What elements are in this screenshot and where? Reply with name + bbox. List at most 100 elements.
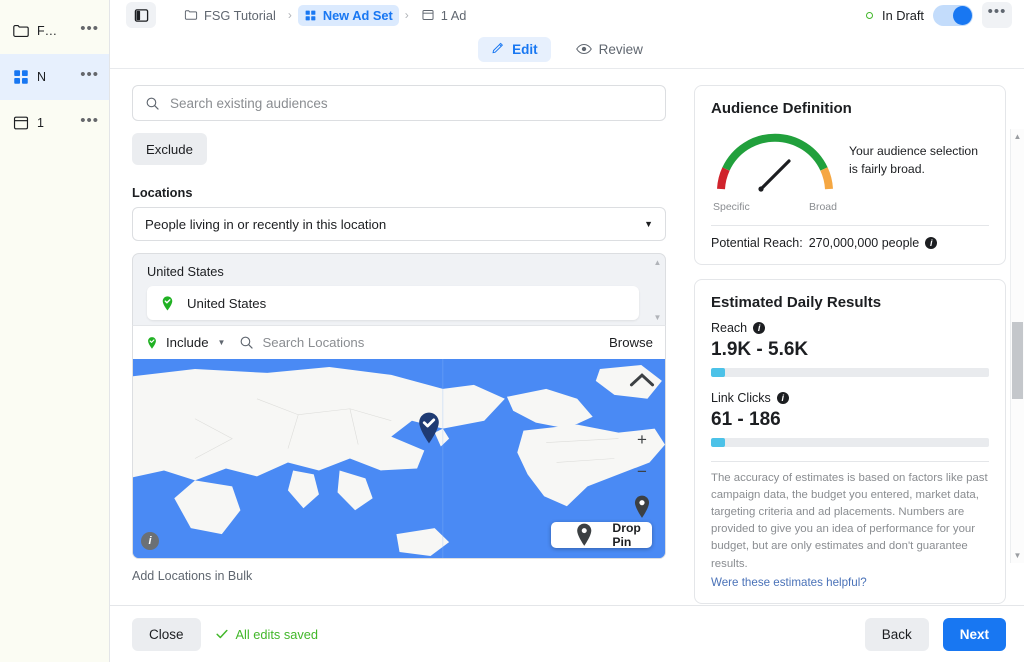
audience-gauge-row: Specific Broad Your audience selection i…: [711, 127, 989, 213]
back-button[interactable]: Back: [865, 618, 929, 651]
potential-reach-label: Potential Reach:: [711, 236, 803, 250]
info-icon[interactable]: i: [777, 392, 789, 404]
close-button[interactable]: Close: [132, 618, 201, 651]
scroll-up-icon[interactable]: ▲: [654, 258, 662, 267]
divider: [711, 461, 989, 462]
map-locate-button[interactable]: [629, 494, 655, 520]
location-type-value: People living in or recently in this loc…: [145, 217, 386, 232]
breadcrumb-separator: ›: [287, 8, 293, 22]
sidebar-item-menu[interactable]: •••: [80, 71, 99, 84]
green-pin-check-icon: [159, 295, 176, 312]
location-map[interactable]: + −: [132, 359, 666, 559]
pencil-icon: [491, 42, 505, 56]
scrollbar-track[interactable]: [1011, 144, 1024, 548]
metric-reach: Reach i 1.9K - 5.6K: [711, 321, 989, 377]
sidebar-item-ad[interactable]: 1 •••: [0, 100, 109, 146]
drop-pin-button[interactable]: Drop Pin: [551, 522, 652, 548]
targeting-form: Exclude Locations People living in or re…: [110, 69, 680, 605]
sidebar-item-menu[interactable]: •••: [80, 25, 99, 38]
status-indicator-dot: [866, 12, 873, 19]
map-zoom-out-button[interactable]: −: [629, 459, 655, 485]
map-selected-pin[interactable]: [415, 411, 443, 445]
estimates-feedback-link[interactable]: Were these estimates helpful?: [711, 576, 989, 589]
breadcrumb: FSG Tutorial › New Ad Set › 1 Ad: [178, 5, 472, 26]
next-button[interactable]: Next: [943, 618, 1006, 651]
sidebar-item-adset[interactable]: N •••: [0, 54, 109, 100]
metric-label-row: Link Clicks i: [711, 391, 989, 405]
metric-label: Reach: [711, 321, 747, 335]
audience-definition-card: Audience Definition: [694, 85, 1006, 265]
gauge-graphic: [711, 127, 839, 195]
exclude-button[interactable]: Exclude: [132, 133, 207, 165]
tab-bar: Edit Review: [110, 30, 1024, 68]
audience-search-field[interactable]: [132, 85, 666, 121]
folder-icon: [12, 22, 30, 40]
map-collapse-button[interactable]: [629, 367, 655, 393]
tab-review[interactable]: Review: [563, 37, 656, 62]
add-locations-bulk-link[interactable]: Add Locations in Bulk: [132, 569, 666, 583]
window-icon: [421, 8, 435, 22]
selected-locations-list: United States United States ▲ ▼: [132, 253, 666, 325]
panel-toggle-button[interactable]: [126, 2, 156, 28]
map-zoom-in-button[interactable]: +: [629, 427, 655, 453]
main-region: FSG Tutorial › New Ad Set › 1 Ad: [110, 0, 1024, 662]
sidebar-item-folder[interactable]: F… •••: [0, 8, 109, 54]
search-icon: [145, 96, 160, 111]
status-area: In Draft •••: [866, 2, 1012, 28]
top-bar: FSG Tutorial › New Ad Set › 1 Ad: [110, 0, 1024, 30]
tab-label: Edit: [512, 42, 538, 57]
check-icon: [215, 627, 229, 641]
gauge-labels: Specific Broad: [711, 201, 839, 213]
map-info-button[interactable]: i: [141, 532, 159, 550]
breadcrumb-item-campaign[interactable]: FSG Tutorial: [178, 5, 282, 26]
scroll-up-icon[interactable]: ▲: [1014, 129, 1022, 144]
breadcrumb-item-adset[interactable]: New Ad Set: [298, 5, 399, 26]
tab-label: Review: [599, 42, 643, 57]
location-search-input[interactable]: [262, 335, 601, 350]
potential-reach-row: Potential Reach: 270,000,000 people i: [711, 236, 989, 250]
toggle-knob: [953, 6, 972, 25]
audience-definition-title: Audience Definition: [711, 100, 989, 117]
chevron-down-icon: ▼: [644, 219, 653, 229]
green-pin-check-icon: [145, 336, 159, 350]
sidebar-item-menu[interactable]: •••: [80, 117, 99, 130]
window-icon: [12, 114, 30, 132]
browse-button[interactable]: Browse: [609, 335, 653, 350]
eye-icon: [576, 42, 592, 56]
metric-progress-bar: [711, 438, 989, 447]
chevron-up-icon: [629, 367, 655, 393]
tab-edit[interactable]: Edit: [478, 37, 551, 62]
sidebar-item-label: F…: [37, 24, 73, 38]
page-scrollbar[interactable]: ▲ ▼: [1010, 129, 1024, 563]
breadcrumb-label: New Ad Set: [323, 8, 393, 23]
estimates-disclaimer: The accuracy of estimates is based on fa…: [711, 470, 989, 573]
audience-gauge: Specific Broad: [711, 127, 839, 213]
locations-scrollbar[interactable]: ▲ ▼: [652, 258, 663, 325]
grid-icon: [304, 9, 317, 22]
metric-link-clicks: Link Clicks i 61 - 186: [711, 391, 989, 447]
breadcrumb-item-ad[interactable]: 1 Ad: [415, 5, 473, 26]
breadcrumb-separator: ›: [404, 8, 410, 22]
panel-toggle-icon: [134, 8, 149, 23]
sidebar-item-label: N: [37, 70, 73, 84]
metric-progress-bar: [711, 368, 989, 377]
folder-icon: [184, 8, 198, 22]
metric-value: 61 - 186: [711, 409, 989, 431]
metric-progress-fill: [711, 368, 725, 377]
info-icon[interactable]: i: [925, 237, 937, 249]
drop-pin-label: Drop Pin: [612, 521, 641, 549]
draft-toggle[interactable]: [933, 5, 973, 26]
more-options-button[interactable]: •••: [982, 2, 1012, 28]
scroll-down-icon[interactable]: ▼: [1014, 548, 1022, 563]
scroll-down-icon[interactable]: ▼: [654, 313, 662, 322]
scrollbar-thumb[interactable]: [1012, 322, 1023, 399]
search-input[interactable]: [170, 96, 653, 111]
location-type-select[interactable]: People living in or recently in this loc…: [132, 207, 666, 241]
search-icon: [239, 335, 254, 350]
breadcrumb-label: 1 Ad: [441, 8, 467, 23]
info-icon[interactable]: i: [753, 322, 765, 334]
save-status-label: All edits saved: [236, 627, 319, 642]
location-chip[interactable]: United States: [147, 286, 639, 320]
include-mode-select[interactable]: Include ▼: [145, 335, 225, 350]
content-body: Exclude Locations People living in or re…: [110, 68, 1024, 605]
